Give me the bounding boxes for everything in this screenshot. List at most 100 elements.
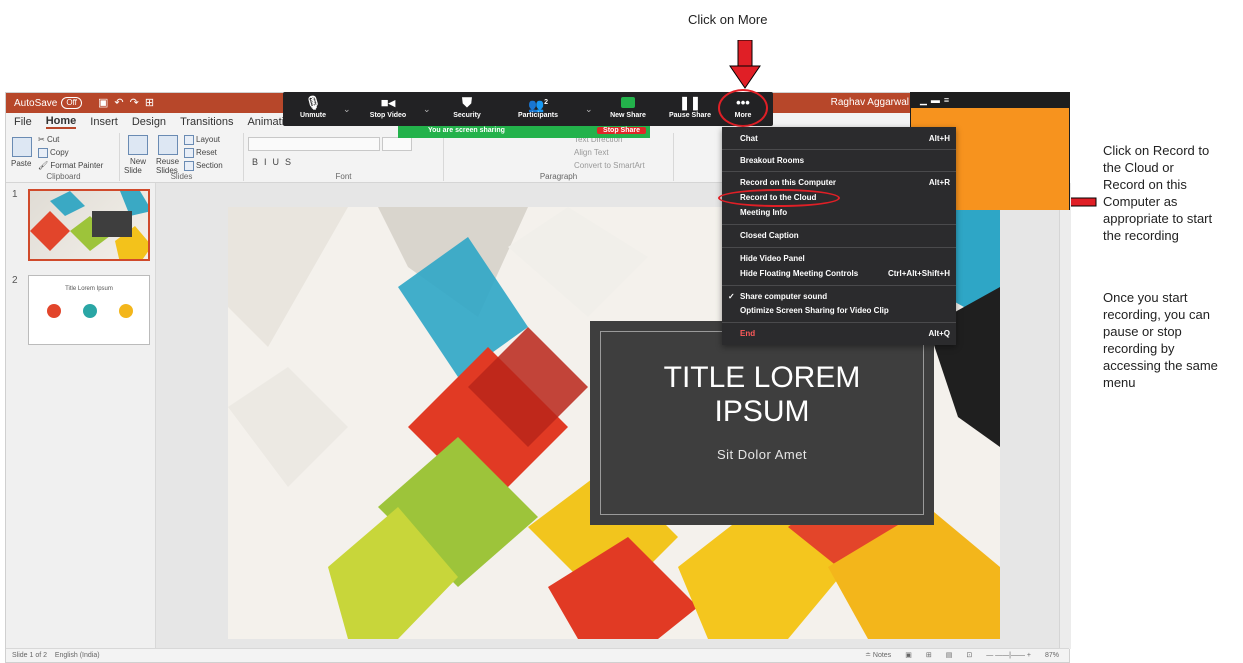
- new-share-button[interactable]: New Share: [597, 92, 659, 126]
- sharing-status-text: You are screen sharing: [428, 127, 505, 134]
- menu-item-breakout-rooms[interactable]: Breakout Rooms: [740, 155, 950, 167]
- reset-icon: [184, 148, 194, 158]
- thumb1-art: [30, 191, 148, 259]
- slide-thumbnail-2[interactable]: Title Lorem Ipsum: [28, 275, 150, 345]
- zoom-level[interactable]: 87%: [1045, 652, 1059, 659]
- participants-button[interactable]: 👥2 Participants: [501, 92, 575, 126]
- unmute-button[interactable]: 🎙 Unmute: [289, 92, 337, 126]
- end-label: End: [740, 329, 756, 338]
- video-panel-controls[interactable]: ▁▬≡: [920, 95, 953, 106]
- format-painter-button[interactable]: 🖌 Format Painter: [38, 161, 103, 170]
- quick-access-toolbar: ▣↶↷⊞: [98, 96, 160, 109]
- tab-design[interactable]: Design: [132, 116, 166, 128]
- menu-item-optimize[interactable]: Optimize Screen Sharing for Video Clip: [740, 305, 950, 317]
- unmute-label: Unmute: [299, 112, 327, 119]
- paste-icon[interactable]: [12, 137, 32, 157]
- status-bar: Slide 1 of 2 English (India) ≐ Notes ▣ ⊞…: [6, 648, 1069, 662]
- reading-view-icon[interactable]: ▤: [946, 651, 953, 659]
- security-button[interactable]: ⛊ Security: [435, 92, 499, 126]
- cut-label: Cut: [46, 135, 60, 144]
- layout-button[interactable]: Layout: [184, 135, 220, 145]
- slide-title[interactable]: TITLE LOREM IPSUM: [590, 361, 934, 429]
- stop-video-button[interactable]: ■◂ Stop Video: [357, 92, 419, 126]
- status-right: ≐ Notes ▣ ⊞ ▤ ⊡ — ——|—— + 87%: [865, 651, 1059, 660]
- slide-thumbnail-1[interactable]: [28, 189, 150, 261]
- title-placeholder[interactable]: TITLE LOREM IPSUM Sit Dolor Amet: [590, 321, 934, 525]
- cut-button[interactable]: ✂ Cut: [38, 135, 59, 144]
- participants-label: Participants: [517, 112, 559, 119]
- present-icon[interactable]: ⊞: [145, 97, 160, 109]
- annotation-click-more: Click on More: [688, 12, 768, 27]
- chevron-up-icon[interactable]: ⌄: [343, 104, 351, 115]
- stop-share-button[interactable]: Stop Share: [597, 127, 646, 134]
- muted-mic-icon: 🎙: [304, 95, 322, 110]
- clipboard-group: Paste ✂ Cut Copy 🖌 Format Painter Clipbo…: [8, 133, 120, 181]
- autosave-toggle[interactable]: AutoSave Off: [14, 97, 82, 109]
- slide-subtitle[interactable]: Sit Dolor Amet: [590, 447, 934, 462]
- menu-item-end[interactable]: End Alt+Q: [740, 328, 950, 340]
- hide-controls-shortcut: Ctrl+Alt+Shift+H: [887, 269, 950, 278]
- layout-icon: [184, 135, 194, 145]
- record-cloud-highlight-circle: [718, 189, 840, 207]
- menu-item-record-computer[interactable]: Record on this Computer Alt+R: [740, 177, 950, 189]
- save-icon[interactable]: ▣: [98, 97, 114, 109]
- new-slide-label[interactable]: New: [130, 157, 146, 166]
- zoom-slider[interactable]: — ——|—— +: [986, 652, 1031, 659]
- thumb2-icon: [83, 304, 97, 318]
- anno-line: accessing the same: [1103, 358, 1218, 373]
- vertical-scrollbar[interactable]: [1059, 183, 1071, 649]
- menu-item-hide-controls[interactable]: Hide Floating Meeting Controls Ctrl+Alt+…: [740, 268, 950, 280]
- thumb2-icon: [119, 304, 133, 318]
- pause-share-button[interactable]: ❚❚ Pause Share: [661, 92, 719, 126]
- copy-button[interactable]: Copy: [38, 148, 69, 158]
- anno-line: pause or stop: [1103, 324, 1182, 339]
- reuse-label[interactable]: Reuse: [156, 157, 179, 166]
- font-size-box[interactable]: [382, 137, 412, 151]
- notes-label: Notes: [872, 652, 892, 659]
- autosave-state[interactable]: Off: [61, 97, 82, 109]
- new-share-label: New Share: [610, 112, 646, 119]
- reuse-slides-icon[interactable]: [158, 135, 178, 155]
- chevron-up-icon[interactable]: ⌄: [585, 104, 593, 115]
- normal-view-icon[interactable]: ▣: [905, 651, 912, 659]
- tab-home[interactable]: Home: [45, 115, 77, 129]
- pause-icon: ❚❚: [679, 95, 701, 110]
- new-slide-icon[interactable]: [128, 135, 148, 155]
- paste-label[interactable]: Paste: [11, 159, 31, 168]
- video-camera-icon: ■◂: [380, 95, 396, 110]
- font-name-box[interactable]: [248, 137, 380, 151]
- anno-line: Click on Record to: [1103, 143, 1210, 158]
- slideshow-icon[interactable]: ⊡: [966, 651, 972, 659]
- menu-divider: [722, 322, 956, 323]
- align-text-button[interactable]: Align Text: [574, 148, 609, 157]
- menu-divider: [722, 285, 956, 286]
- anno-line: recording by: [1103, 341, 1175, 356]
- sorter-view-icon[interactable]: ⊞: [926, 651, 932, 659]
- menu-item-hide-video-panel[interactable]: Hide Video Panel: [740, 253, 950, 265]
- section-button[interactable]: Section: [184, 161, 223, 171]
- menu-item-meeting-info[interactable]: Meeting Info: [740, 207, 950, 219]
- notes-button[interactable]: ≐ Notes: [865, 651, 891, 659]
- font-format-buttons[interactable]: BIUS: [252, 157, 297, 167]
- user-name[interactable]: Raghav Aggarwal: [831, 97, 909, 108]
- pause-share-label: Pause Share: [668, 112, 712, 119]
- anno-line: menu: [1103, 375, 1136, 390]
- slide-title-line1: TITLE LOREM: [663, 361, 861, 394]
- smartart-button[interactable]: Convert to SmartArt: [574, 161, 645, 170]
- status-left: Slide 1 of 2 English (India): [12, 652, 100, 659]
- language-indicator[interactable]: English (India): [55, 652, 100, 659]
- anno-line: the recording: [1103, 228, 1179, 243]
- chevron-up-icon[interactable]: ⌄: [423, 104, 431, 115]
- menu-item-chat[interactable]: Chat Alt+H: [740, 133, 950, 145]
- menu-item-closed-caption[interactable]: Closed Caption: [740, 230, 950, 242]
- thumb2-icon: [47, 304, 61, 318]
- menu-item-share-sound[interactable]: ✓ Share computer sound: [728, 291, 950, 303]
- tab-insert[interactable]: Insert: [90, 116, 118, 128]
- redo-icon[interactable]: ↷: [130, 97, 145, 109]
- shield-icon: ⛊: [462, 95, 472, 110]
- undo-icon[interactable]: ↶: [114, 97, 129, 109]
- tab-transitions[interactable]: Transitions: [180, 116, 233, 128]
- tab-file[interactable]: File: [14, 116, 32, 128]
- record-computer-shortcut: Alt+R: [928, 178, 950, 187]
- reset-button[interactable]: Reset: [184, 148, 217, 158]
